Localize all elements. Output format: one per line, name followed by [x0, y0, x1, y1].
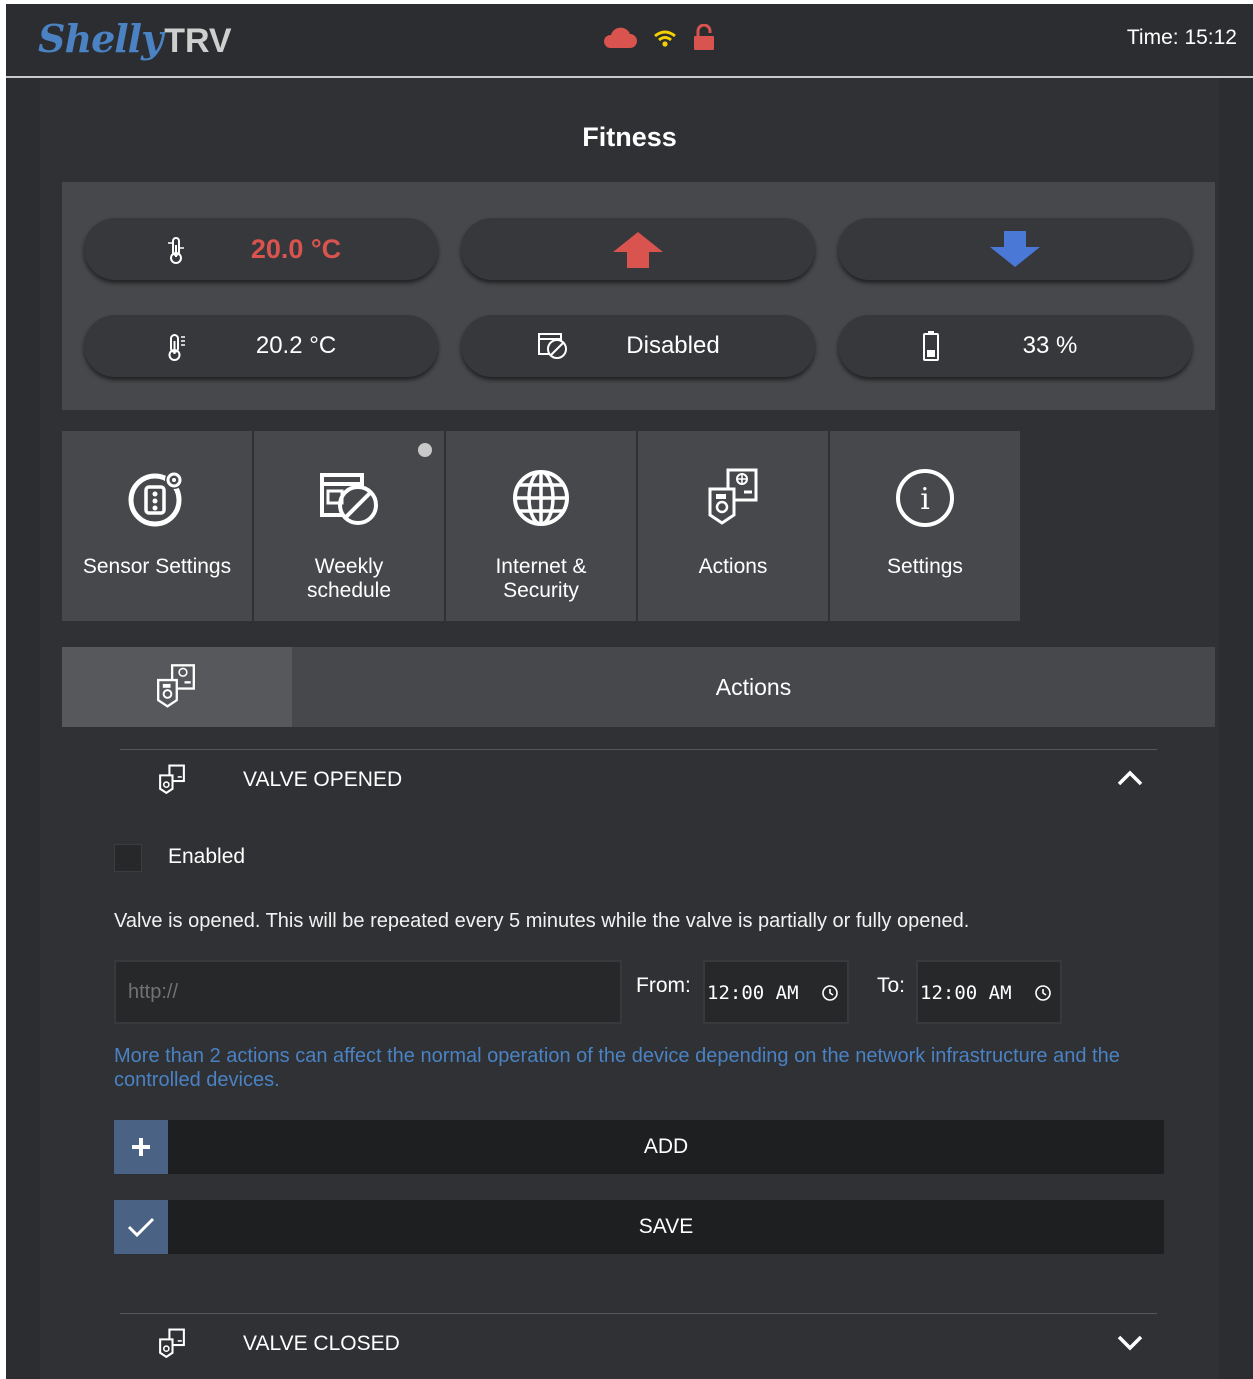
- save-button[interactable]: SAVE: [114, 1200, 1164, 1254]
- tile-internet-security[interactable]: Internet & Security: [446, 431, 636, 621]
- check-icon: [127, 1217, 155, 1238]
- battery-pill: 33 %: [838, 315, 1192, 377]
- actions-icon: [159, 764, 185, 795]
- cloud-icon[interactable]: [602, 26, 638, 55]
- current-temperature: 20.2 °C: [255, 332, 337, 359]
- check-icon-box: [114, 1200, 168, 1254]
- tile-label: Sensor Settings: [82, 555, 232, 578]
- to-label: To:: [877, 974, 906, 997]
- to-time-input[interactable]: 12:00 AM: [916, 960, 1062, 1024]
- schedule-status: Disabled: [626, 332, 720, 359]
- current-temperature-pill: 20.2 °C: [84, 315, 438, 377]
- tile-label: Settings: [887, 555, 963, 578]
- actions-icon: [157, 664, 195, 708]
- arrow-down-icon: [990, 231, 1040, 267]
- chevron-up-icon[interactable]: [1117, 768, 1143, 788]
- app-window: Shelly TRV Time: 15:12 Fitness 20.0 °C 2…: [6, 4, 1253, 1379]
- tile-label: Internet & Security: [495, 555, 587, 602]
- section-icon-box: [62, 647, 292, 727]
- action-description: Valve is opened. This will be repeated e…: [114, 910, 970, 932]
- enabled-label: Enabled: [168, 845, 246, 868]
- url-input[interactable]: [114, 960, 622, 1024]
- add-button[interactable]: ADD: [114, 1120, 1164, 1174]
- shelly-logo: Shelly TRV: [38, 16, 232, 61]
- logo-product: TRV: [164, 22, 232, 60]
- save-button-label: SAVE: [638, 1215, 694, 1238]
- from-time-input[interactable]: 12:00 AM: [703, 960, 849, 1024]
- add-button-label: ADD: [643, 1135, 689, 1158]
- info-icon: i: [896, 469, 954, 527]
- clock-icon[interactable]: [1034, 984, 1052, 1002]
- logo-script: Shelly: [38, 16, 163, 61]
- indicator-dot: [418, 443, 432, 457]
- clock-icon[interactable]: [821, 984, 839, 1002]
- tile-label: Weekly schedule: [306, 555, 392, 602]
- room-title: Fitness: [582, 122, 677, 152]
- top-bar: Shelly TRV Time: 15:12: [6, 4, 1253, 76]
- to-time-value: 12:00 AM: [920, 982, 1012, 1004]
- enabled-checkbox[interactable]: [114, 844, 142, 872]
- from-label: From:: [636, 974, 691, 997]
- weekly-schedule-icon: [320, 473, 378, 525]
- status-icons: [602, 23, 716, 57]
- time-value: 15:12: [1184, 26, 1237, 49]
- target-temperature: 20.0 °C: [250, 233, 342, 264]
- time-label: Time:: [1126, 26, 1179, 49]
- svg-text:i: i: [920, 482, 930, 517]
- wifi-icon[interactable]: [652, 27, 678, 54]
- accordion-title: VALVE CLOSED: [243, 1332, 400, 1355]
- accordion-title: VALVE OPENED: [243, 768, 403, 791]
- plus-icon: [132, 1138, 150, 1156]
- controls-panel: 20.0 °C 20.2 °C Disabled 33 %: [62, 182, 1215, 410]
- main-panel: Fitness 20.0 °C 20.2 °C Disabled 33 % Se…: [40, 78, 1219, 1379]
- actions-section-header: Actions: [62, 647, 1215, 727]
- accordion-valve-opened[interactable]: VALVE OPENED: [120, 750, 1157, 810]
- chevron-down-icon[interactable]: [1117, 1332, 1143, 1352]
- unlocked-icon[interactable]: [692, 23, 716, 57]
- plus-icon-box: [114, 1120, 168, 1174]
- tile-settings[interactable]: i Settings: [830, 431, 1020, 621]
- sensor-settings-icon: [128, 471, 183, 527]
- clock-display: Time: 15:12: [1127, 26, 1237, 50]
- tile-actions[interactable]: Actions: [638, 431, 828, 621]
- tile-weekly-schedule[interactable]: Weekly schedule: [254, 431, 444, 621]
- actions-warning: More than 2 actions can affect the norma…: [114, 1045, 1120, 1091]
- arrow-up-icon: [613, 232, 663, 268]
- accordion-valve-closed[interactable]: VALVE CLOSED: [120, 1314, 1157, 1374]
- tile-sensor-settings[interactable]: Sensor Settings: [62, 431, 252, 621]
- battery-level: 33 %: [1022, 332, 1078, 359]
- decrease-temperature-button[interactable]: [838, 218, 1192, 280]
- actions-icon: [708, 468, 758, 525]
- increase-temperature-button[interactable]: [461, 218, 815, 280]
- tile-label: Actions: [698, 555, 768, 578]
- section-title: Actions: [715, 673, 792, 700]
- target-temperature-pill[interactable]: 20.0 °C: [84, 218, 438, 280]
- actions-icon: [159, 1328, 185, 1359]
- schedule-status-pill[interactable]: Disabled: [461, 315, 815, 377]
- from-time-value: 12:00 AM: [707, 982, 799, 1004]
- globe-icon: [513, 470, 569, 526]
